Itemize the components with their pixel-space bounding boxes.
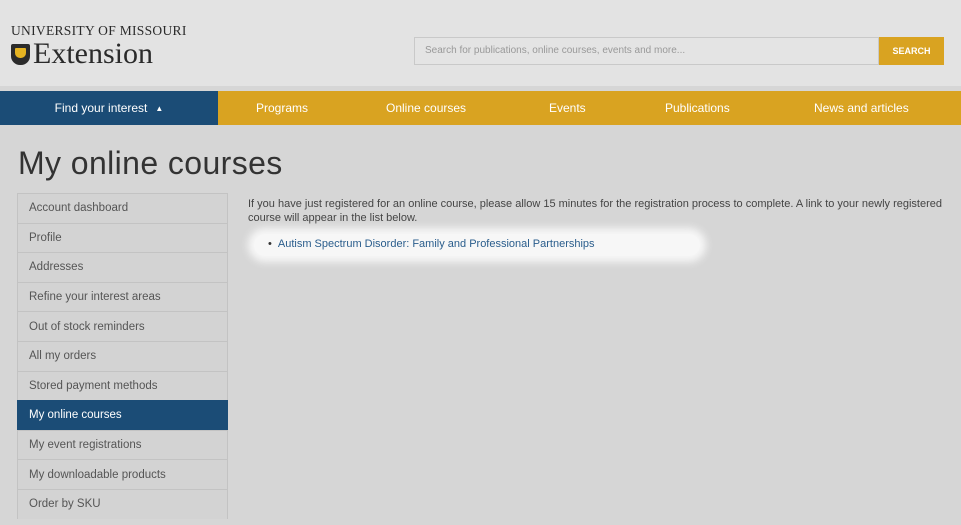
page-title: My online courses [18, 145, 283, 181]
nav-publications[interactable]: Publications [665, 101, 730, 115]
caret-up-icon: ▲ [155, 103, 164, 113]
logo-extension-text: Extension [33, 37, 153, 70]
sidebar-item-all-my-orders[interactable]: All my orders [17, 340, 228, 371]
logo[interactable]: UNIVERSITY OF MISSOURI Extension [11, 24, 187, 69]
list-item: • Autism Spectrum Disorder: Family and Pr… [268, 238, 595, 250]
sidebar-item-account-dashboard[interactable]: Account dashboard [17, 193, 228, 223]
sidebar-item-profile[interactable]: Profile [17, 222, 228, 253]
sidebar-item-addresses[interactable]: Addresses [17, 252, 228, 282]
sidebar-item-my-online-courses[interactable]: My online courses [17, 400, 228, 430]
nav-online-courses[interactable]: Online courses [386, 101, 466, 115]
sidebar-item-my-downloadable-products[interactable]: My downloadable products [17, 459, 228, 489]
sidebar-item-stored-payment-methods[interactable]: Stored payment methods [17, 370, 228, 401]
find-your-interest-label: Find your interest [54, 101, 148, 115]
nav-programs[interactable]: Programs [256, 101, 308, 115]
sidebar-item-order-by-sku[interactable]: Order by SKU [17, 488, 228, 519]
registration-notice: If you have just registered for an onlin… [248, 198, 942, 224]
tiger-shield-icon [11, 43, 30, 65]
account-sidebar: Account dashboard Profile Addresses Refi… [17, 193, 228, 519]
bullet-icon: • [268, 238, 272, 250]
logo-university-text: UNIVERSITY OF MISSOURI [11, 23, 187, 38]
sidebar-item-out-of-stock-reminders[interactable]: Out of stock reminders [17, 311, 228, 341]
course-link[interactable]: Autism Spectrum Disorder: Family and Pro… [278, 238, 595, 250]
nav-events[interactable]: Events [549, 101, 586, 115]
nav-news-and-articles[interactable]: News and articles [814, 101, 909, 115]
search-input[interactable]: Search for publications, online courses,… [414, 37, 879, 65]
search-bar: Search for publications, online courses,… [414, 37, 944, 65]
sidebar-item-refine-interest-areas[interactable]: Refine your interest areas [17, 281, 228, 312]
site-header: UNIVERSITY OF MISSOURI Extension Search … [0, 0, 961, 86]
sidebar-item-my-event-registrations[interactable]: My event registrations [17, 429, 228, 460]
search-button[interactable]: SEARCH [879, 37, 944, 65]
find-your-interest-button[interactable]: Find your interest ▲ [0, 91, 218, 125]
